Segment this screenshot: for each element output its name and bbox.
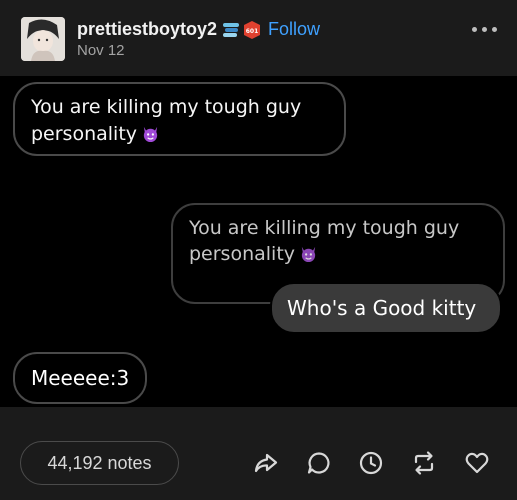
history-icon[interactable]	[358, 450, 384, 476]
reply-icon[interactable]	[306, 450, 332, 476]
message-bubble-received: You are killing my tough guy personality	[13, 82, 346, 156]
like-icon[interactable]	[464, 450, 490, 476]
username[interactable]: prettiestboytoy2	[77, 19, 217, 40]
reblog-icon[interactable]	[411, 450, 437, 476]
more-icon[interactable]	[470, 22, 500, 36]
message-bubble-reply: Meeeee:3	[13, 352, 147, 404]
message-text: You are killing my tough guy personality	[189, 217, 460, 265]
message-bubble-sent: Who's a Good kitty	[270, 282, 502, 334]
stack-badge-icon	[222, 20, 240, 40]
post-date: Nov 12	[77, 42, 125, 59]
share-icon[interactable]	[253, 450, 279, 476]
devil-emoji-icon	[299, 244, 318, 263]
devil-emoji-icon	[141, 124, 160, 143]
avatar[interactable]	[21, 17, 65, 61]
message-text: You are killing my tough guy personality	[31, 96, 302, 145]
follow-button[interactable]: Follow	[268, 19, 320, 40]
number-badge-icon: 601	[243, 20, 261, 40]
svg-text:601: 601	[246, 28, 259, 35]
notes-button[interactable]: 44,192 notes	[20, 441, 179, 485]
